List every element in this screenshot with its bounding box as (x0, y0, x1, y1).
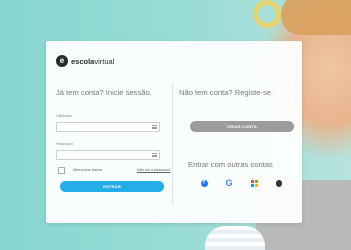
apple-icon (276, 179, 282, 187)
remember-label: Memorizar dados (73, 168, 103, 172)
google-icon: G (225, 178, 233, 188)
username-field-icon (152, 125, 157, 129)
background-photo-hair (281, 0, 351, 35)
apple-login-button[interactable] (273, 177, 285, 189)
google-login-button[interactable]: G (223, 177, 235, 189)
background-photo-glasses (253, 0, 281, 28)
password-field[interactable] (56, 150, 160, 167)
microsoft-login-button[interactable] (248, 177, 260, 189)
create-account-button[interactable]: CRIAR CONTA (190, 121, 294, 132)
login-title: Já tem conta? Inicie sessão. (56, 88, 152, 97)
facebook-icon: f (200, 179, 208, 187)
column-divider (172, 83, 173, 205)
remember-checkbox[interactable] (58, 167, 65, 174)
social-login-title: Entrar com outras contas (188, 160, 273, 169)
password-field-icon (152, 153, 157, 157)
username-label: Utilizador (56, 114, 72, 118)
background-photo-shirt (205, 226, 265, 250)
brand-logo: e escolavirtual (56, 55, 114, 67)
username-field[interactable] (56, 122, 160, 139)
microsoft-icon (250, 179, 258, 187)
login-button[interactable]: ENTRAR (60, 181, 164, 192)
logo-mark-icon: e (56, 55, 68, 67)
forgot-password-link[interactable]: Não sei a password (137, 168, 170, 172)
register-title: Não tem conta? Registe-se. (179, 88, 274, 97)
brand-name: escolavirtual (71, 56, 115, 66)
password-label: Password (56, 142, 73, 146)
facebook-login-button[interactable]: f (198, 177, 210, 189)
password-input[interactable] (57, 158, 147, 167)
username-input[interactable] (57, 130, 147, 139)
